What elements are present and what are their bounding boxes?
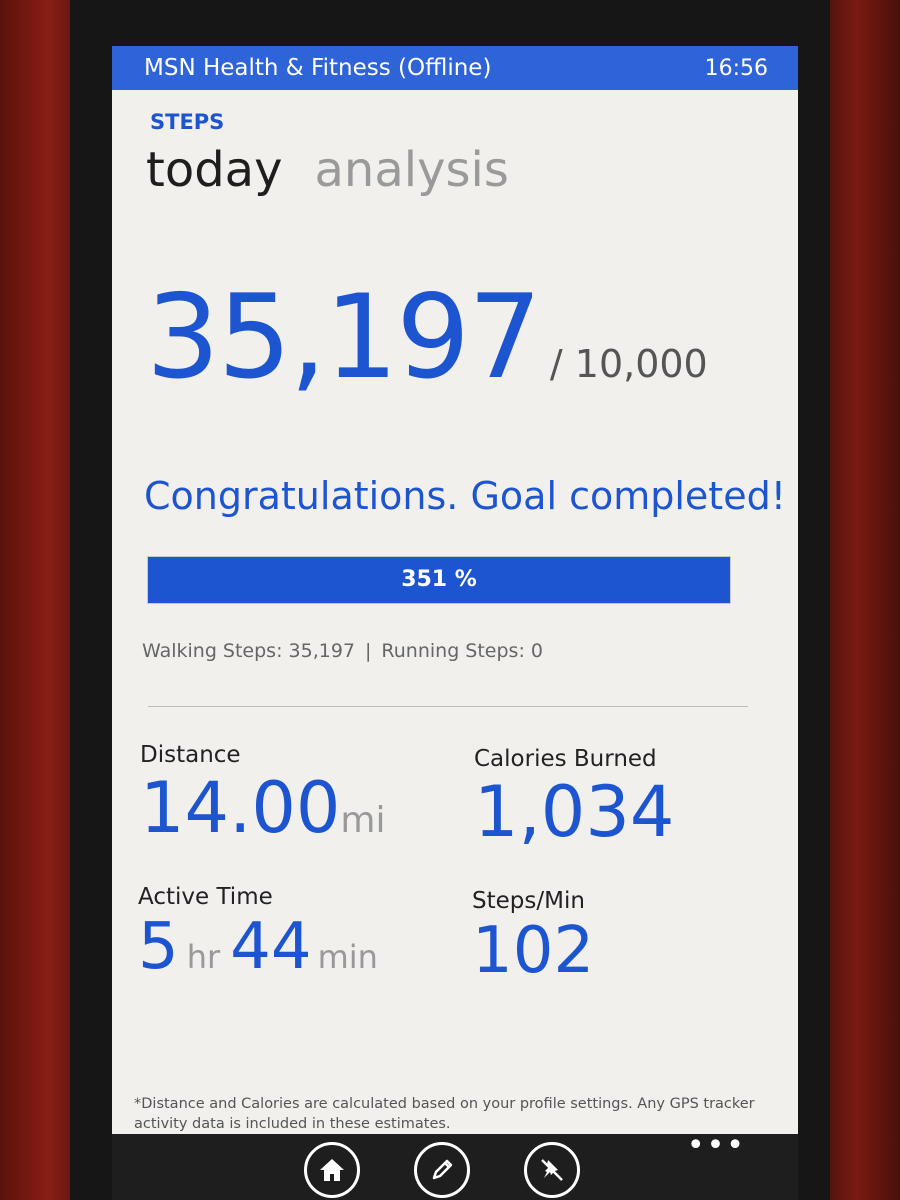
status-clock: 16:56 xyxy=(704,56,768,81)
calories-label: Calories Burned xyxy=(474,746,657,772)
steps-per-min-stat: Steps/Min 102 xyxy=(472,888,594,988)
home-button[interactable] xyxy=(304,1142,360,1198)
distance-label: Distance xyxy=(140,742,241,768)
phone-screen: MSN Health & Fitness (Offline) 16:56 STE… xyxy=(112,46,798,1200)
unpin-button[interactable] xyxy=(524,1142,580,1198)
step-count-row: 35,197/ 10,000 xyxy=(146,270,708,405)
app-title: MSN Health & Fitness (Offline) xyxy=(144,55,492,81)
calories-stat: Calories Burned 1,034 xyxy=(474,746,674,852)
unpin-icon xyxy=(541,1159,563,1181)
pivot-tab-today[interactable]: today xyxy=(146,142,282,198)
minutes-unit: min xyxy=(317,938,378,976)
progress-label: 351 % xyxy=(401,567,477,592)
goal-progress-bar: 351 % xyxy=(147,556,731,604)
title-bar: MSN Health & Fitness (Offline) 16:56 xyxy=(112,46,798,90)
breakdown-separator: | xyxy=(365,640,372,662)
steps-page: STEPS today analysis 35,197/ 10,000 Congr… xyxy=(112,90,798,1134)
pivot-header: today analysis xyxy=(146,142,509,198)
more-button[interactable]: ••• xyxy=(687,1128,746,1163)
active-time-label: Active Time xyxy=(138,884,273,910)
goal-message: Congratulations. Goal completed! xyxy=(144,474,786,518)
walking-steps: Walking Steps: 35,197 xyxy=(142,640,355,662)
distance-stat: Distance 14.00mi xyxy=(140,742,385,861)
edit-icon xyxy=(432,1159,453,1180)
hours-unit: hr xyxy=(186,938,221,976)
edit-button[interactable] xyxy=(414,1142,470,1198)
active-hours: 5 xyxy=(138,910,179,984)
app-bar: ••• xyxy=(112,1128,798,1200)
step-count: 35,197 xyxy=(146,270,542,405)
distance-value: 14.00 xyxy=(140,767,341,849)
active-time-value: 5 hr 44 min xyxy=(138,910,378,994)
divider xyxy=(148,706,748,707)
section-title: STEPS xyxy=(150,110,225,134)
running-steps: Running Steps: 0 xyxy=(381,640,543,662)
footnote: *Distance and Calories are calculated ba… xyxy=(134,1096,755,1132)
calories-value: 1,034 xyxy=(474,771,675,853)
active-time-stat: Active Time 5 hr 44 min xyxy=(138,884,378,994)
steps-breakdown: Walking Steps: 35,197 | Running Steps: 0 xyxy=(142,640,543,662)
distance-value-row: 14.00mi xyxy=(140,768,385,861)
active-minutes: 44 xyxy=(230,910,312,984)
home-icon xyxy=(320,1159,344,1181)
distance-unit: mi xyxy=(340,800,386,841)
steps-per-min-label: Steps/Min xyxy=(472,888,585,914)
steps-per-min-value: 102 xyxy=(472,914,595,988)
step-goal: / 10,000 xyxy=(549,342,708,386)
pivot-tab-analysis[interactable]: analysis xyxy=(314,142,508,198)
